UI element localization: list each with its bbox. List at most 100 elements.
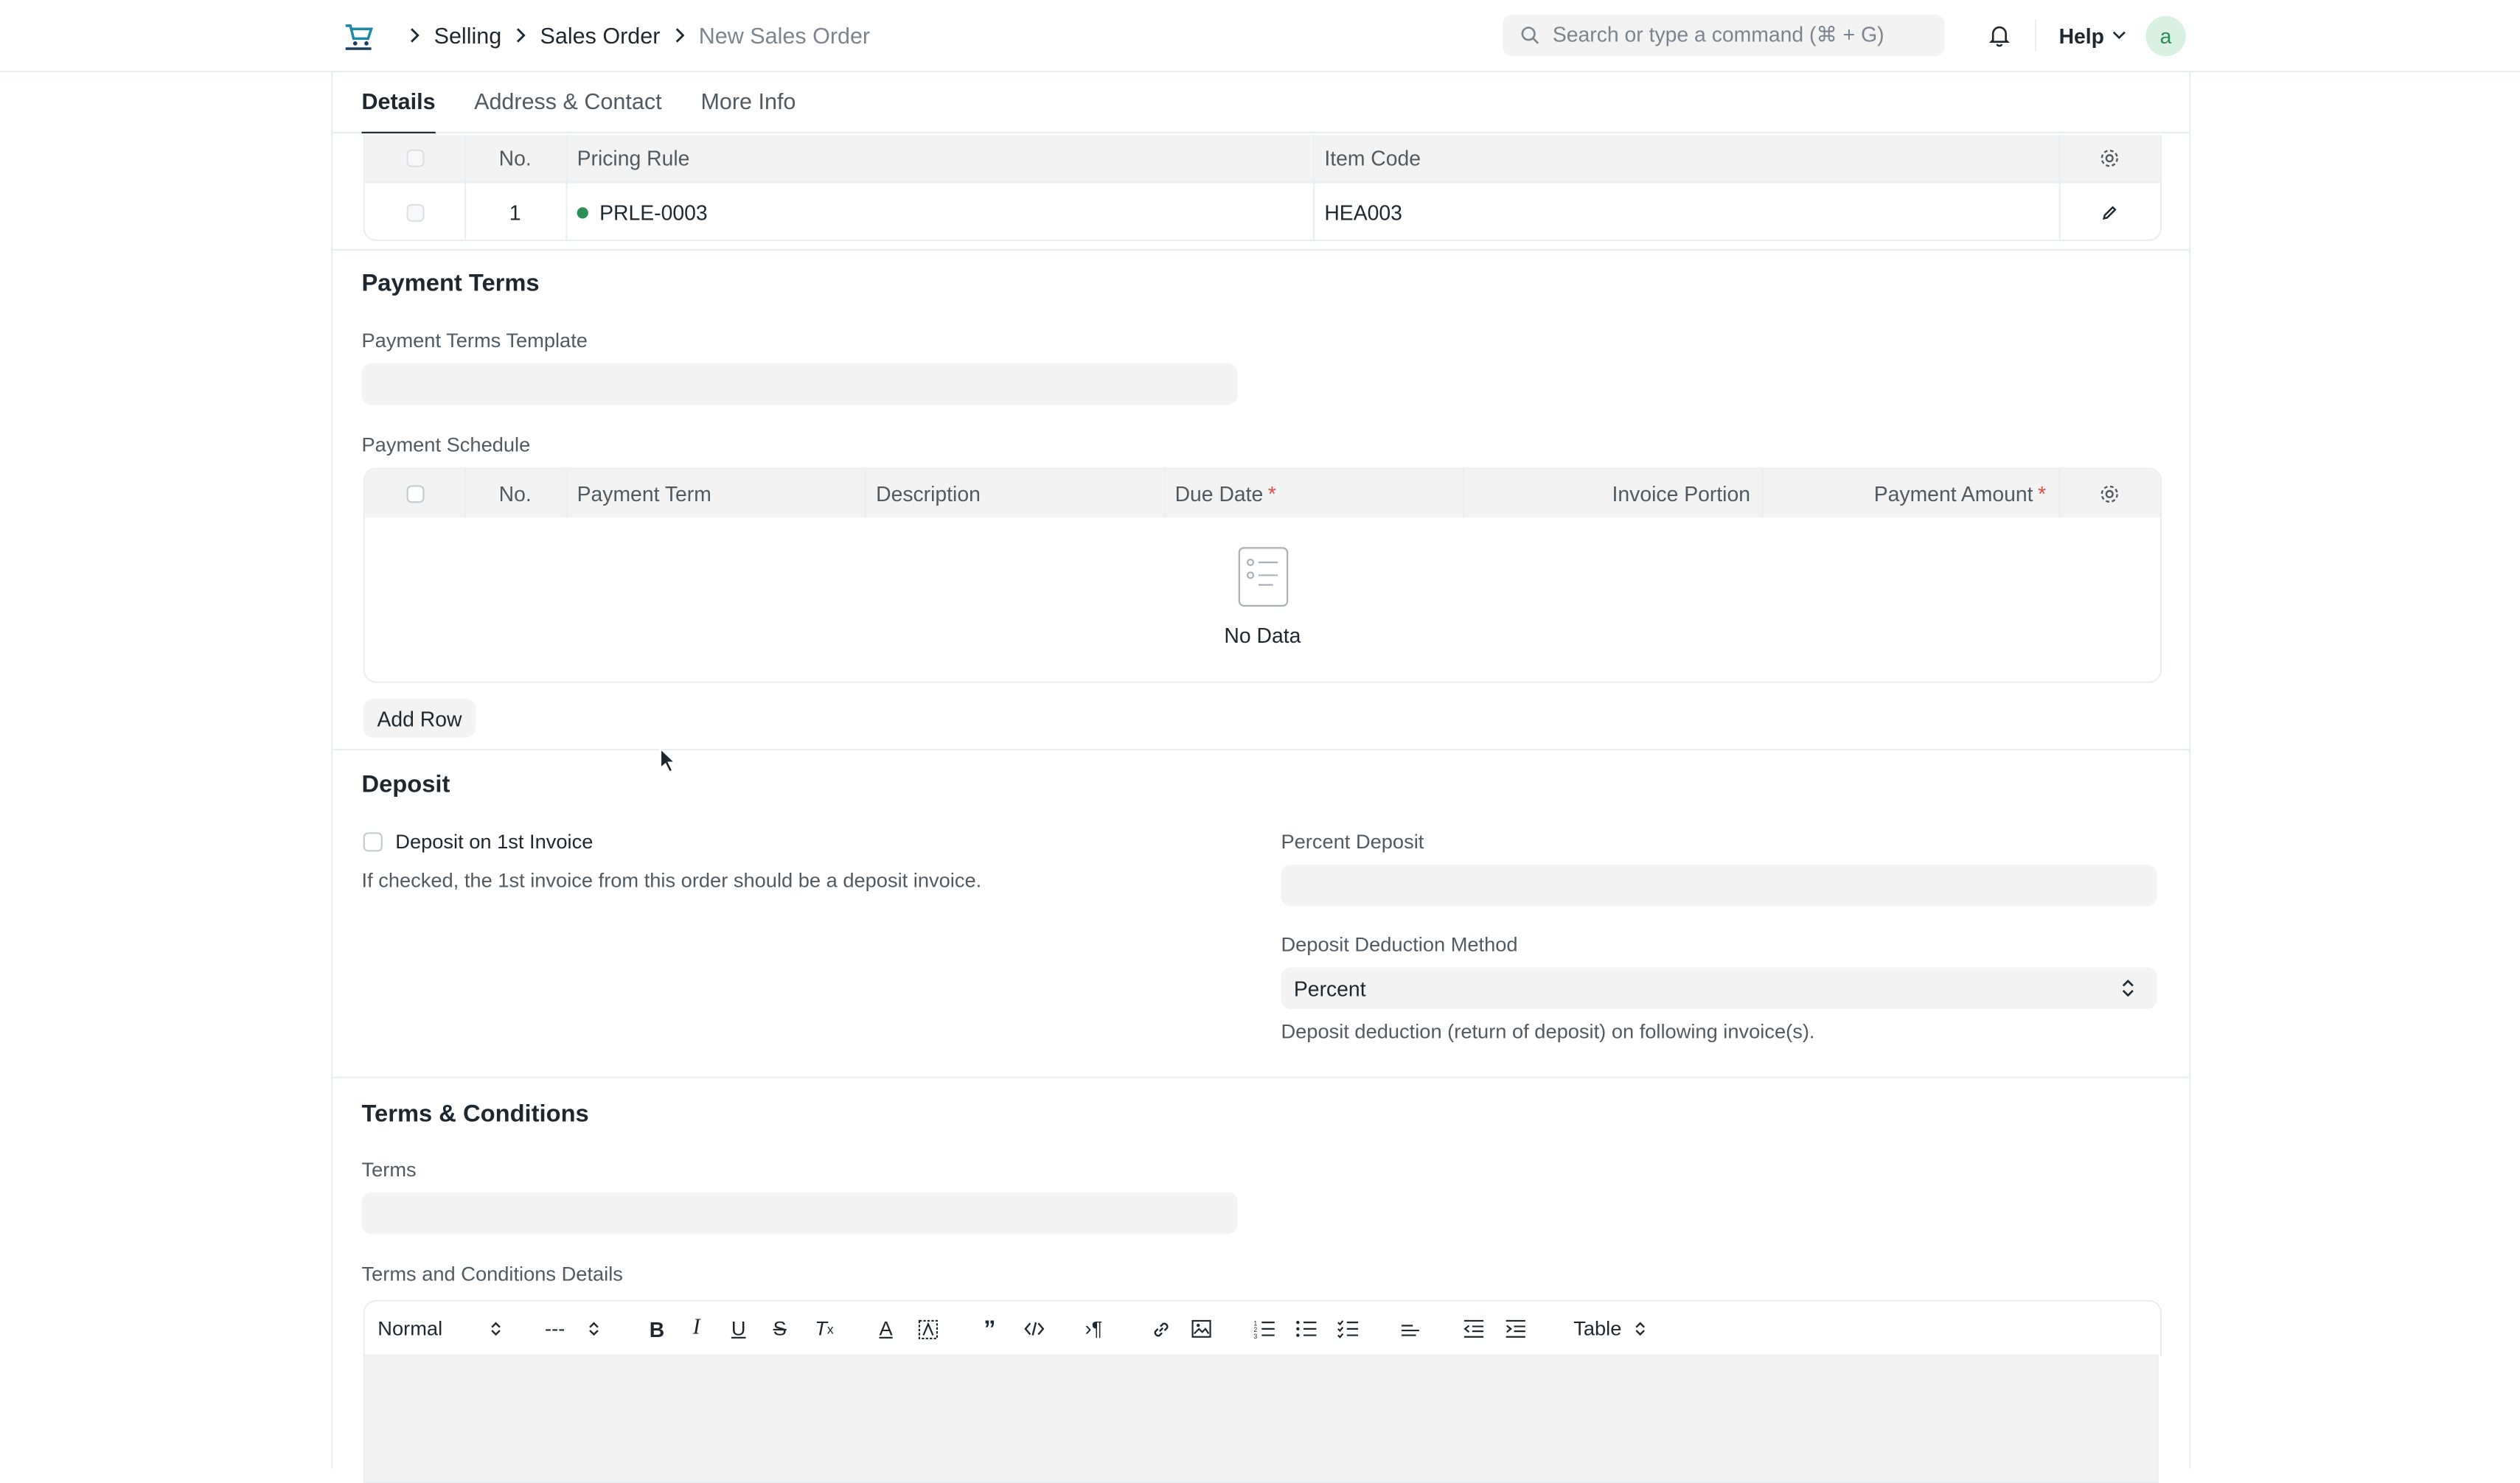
help-dropdown[interactable]: Help	[2059, 0, 2127, 71]
background-color-icon[interactable]	[918, 1302, 939, 1356]
due-date-label: Due Date	[1174, 481, 1264, 506]
navbar: Selling Sales Order New Sales Order Sear…	[0, 0, 2520, 73]
column-header-no: No.	[498, 481, 532, 506]
table-row[interactable]: 1 PRLE-0003 HEA003	[364, 181, 2160, 240]
bell-icon[interactable]	[1986, 23, 2012, 49]
form-page: Details Address & Contact More Info No. …	[331, 70, 2191, 1483]
table-header: No. Pricing Rule Item Code	[364, 135, 2160, 182]
column-header-no: No.	[498, 146, 532, 171]
mouse-cursor-icon	[659, 747, 678, 773]
status-dot	[577, 206, 588, 218]
text-color-icon[interactable]: A	[879, 1302, 892, 1356]
edit-icon[interactable]	[2059, 184, 2160, 240]
table-select-value: Table	[1573, 1317, 1622, 1341]
column-header-description: Description	[876, 481, 981, 506]
column-header-due-date: Due Date *	[1174, 481, 1276, 506]
search-icon	[1521, 27, 1539, 44]
size-select[interactable]: ---	[545, 1302, 599, 1356]
empty-list-icon	[1238, 547, 1289, 607]
blockquote-icon[interactable]: ”	[984, 1302, 995, 1356]
table-header: No. Payment Term Description Due Date * I…	[364, 469, 2160, 517]
deposit-first-invoice-checkbox[interactable]: Deposit on 1st Invoice	[363, 831, 594, 854]
payment-amount-label: Payment Amount	[1873, 481, 2033, 506]
tab-more-info[interactable]: More Info	[700, 71, 796, 132]
navbar-divider	[2034, 19, 2037, 52]
size-select-value: ---	[545, 1317, 565, 1341]
tab-details[interactable]: Details	[361, 71, 436, 133]
column-header-payment-amount: Payment Amount *	[1873, 481, 2047, 506]
outdent-icon[interactable]	[1463, 1302, 1486, 1356]
terms-editor[interactable]	[363, 1354, 2159, 1483]
payment-schedule-label: Payment Schedule	[361, 433, 531, 457]
pricing-rule-link[interactable]: PRLE-0003	[599, 200, 708, 224]
deposit-method-select[interactable]: Percent	[1281, 967, 2157, 1010]
app-logo[interactable]	[341, 18, 376, 53]
checklist-icon[interactable]	[1337, 1302, 1360, 1356]
percent-deposit-label: Percent Deposit	[1281, 831, 1424, 854]
column-header-item-code: Item Code	[1324, 146, 1421, 171]
section-divider	[333, 248, 2190, 251]
section-divider	[333, 748, 2190, 751]
form-tabs: Details Address & Contact More Info	[333, 71, 2190, 133]
column-settings-icon[interactable]	[2059, 470, 2160, 517]
indent-icon[interactable]	[1504, 1302, 1527, 1356]
align-left-icon[interactable]	[1400, 1302, 1421, 1356]
payment-terms-template-input[interactable]	[361, 363, 1238, 405]
underline-icon[interactable]: U	[731, 1302, 746, 1356]
style-select-value: Normal	[377, 1317, 443, 1341]
deposit-checkbox-help: If checked, the 1st invoice from this or…	[361, 869, 982, 892]
add-row-button[interactable]: Add Row	[363, 699, 476, 738]
column-header-pricing-rule: Pricing Rule	[577, 146, 690, 171]
breadcrumb: Selling Sales Order New Sales Order	[402, 0, 873, 71]
breadcrumb-selling[interactable]: Selling	[434, 23, 502, 49]
row-item-code: HEA003	[1324, 200, 1402, 225]
table-select[interactable]: Table	[1573, 1302, 1646, 1356]
avatar[interactable]: a	[2145, 15, 2186, 57]
link-icon[interactable]	[1151, 1302, 1172, 1356]
deposit-method-help: Deposit deduction (return of deposit) on…	[1281, 1020, 1815, 1043]
select-all-checkbox[interactable]	[365, 135, 464, 181]
editor-toolbar: Normal --- B I U S Tx A ” ›¶ 123 Table	[363, 1299, 2162, 1356]
text-direction-icon[interactable]: ›¶	[1085, 1302, 1103, 1356]
chevron-right-icon	[408, 27, 421, 43]
select-all-checkbox[interactable]	[365, 470, 464, 517]
checkbox[interactable]	[363, 832, 383, 852]
section-title-payment-terms: Payment Terms	[361, 270, 540, 298]
deposit-method-value: Percent	[1293, 976, 1366, 1001]
search-input[interactable]: Search or type a command (⌘ + G)	[1503, 14, 1945, 57]
pricing-rules-table: No. Pricing Rule Item Code 1 PRLE-0003 H…	[363, 135, 2162, 241]
terms-input[interactable]	[361, 1192, 1238, 1235]
terms-details-label: Terms and Conditions Details	[361, 1263, 623, 1285]
deposit-checkbox-label: Deposit on 1st Invoice	[395, 831, 594, 854]
style-select[interactable]: Normal	[377, 1302, 502, 1356]
deposit-method-label: Deposit Deduction Method	[1281, 933, 1518, 957]
select-arrows-icon	[2122, 980, 2134, 997]
chevron-right-icon	[673, 27, 686, 43]
payment-schedule-table: No. Payment Term Description Due Date * I…	[363, 467, 2162, 683]
no-data-label: No Data	[1224, 623, 1301, 648]
section-title-deposit: Deposit	[361, 771, 450, 799]
bold-icon[interactable]: B	[650, 1302, 664, 1356]
select-arrows-icon	[588, 1322, 598, 1336]
terms-label: Terms	[361, 1158, 417, 1182]
breadcrumb-sales-order[interactable]: Sales Order	[540, 23, 661, 49]
row-pricing-rule[interactable]: PRLE-0003	[577, 184, 1317, 240]
help-label: Help	[2058, 23, 2104, 48]
clear-format-icon[interactable]: Tx	[815, 1302, 833, 1356]
italic-icon[interactable]: I	[693, 1302, 700, 1356]
code-icon[interactable]	[1024, 1302, 1045, 1356]
section-title-terms: Terms & Conditions	[361, 1100, 589, 1128]
breadcrumb-current: New Sales Order	[698, 22, 871, 49]
column-header-payment-term: Payment Term	[577, 481, 711, 506]
bullet-list-icon[interactable]	[1295, 1302, 1318, 1356]
column-settings-icon[interactable]	[2059, 135, 2160, 181]
select-arrows-icon	[491, 1322, 501, 1336]
percent-deposit-input[interactable]	[1281, 864, 2157, 907]
row-checkbox[interactable]	[365, 184, 464, 240]
image-icon[interactable]	[1191, 1302, 1211, 1356]
strikethrough-icon[interactable]: S	[773, 1302, 787, 1356]
column-header-invoice-portion: Invoice Portion	[1612, 481, 1751, 506]
ordered-list-icon[interactable]: 123	[1253, 1302, 1276, 1356]
payment-terms-template-label: Payment Terms Template	[361, 329, 588, 352]
tab-address-contact[interactable]: Address & Contact	[474, 71, 661, 132]
